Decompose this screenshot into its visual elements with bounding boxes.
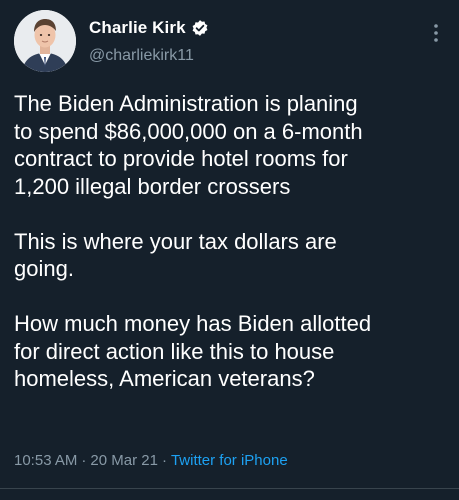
author-display-name[interactable]: Charlie Kirk (89, 18, 186, 38)
tweet-paragraph: The Biden Administration is planing to s… (14, 91, 363, 199)
verified-badge-icon (191, 19, 209, 37)
tweet-time[interactable]: 10:53 AM (14, 452, 77, 469)
tweet-text: The Biden Administration is planing to s… (14, 90, 444, 393)
tweet-paragraph: How much money has Biden allotted for di… (14, 311, 372, 391)
divider (0, 488, 459, 489)
avatar[interactable] (14, 10, 76, 72)
tweet-meta: 10:53 AM · 20 Mar 21 · Twitter for iPhone (14, 452, 288, 469)
meta-separator: · (161, 452, 167, 469)
author-block: Charlie Kirk @charliekirk11 (89, 18, 209, 65)
more-options-icon[interactable] (431, 22, 441, 44)
tweet-header: Charlie Kirk @charliekirk11 (14, 10, 449, 76)
meta-separator: · (81, 452, 87, 469)
tweet-date[interactable]: 20 Mar 21 (90, 452, 158, 469)
name-row: Charlie Kirk (89, 18, 209, 38)
tweet-source-link[interactable]: Twitter for iPhone (171, 452, 288, 469)
tweet-paragraph: This is where your tax dollars are going… (14, 228, 337, 282)
person-avatar-icon (14, 10, 76, 72)
author-handle[interactable]: @charliekirk11 (89, 47, 209, 65)
tweet-card: Charlie Kirk @charliekirk11 The Biden Ad… (0, 0, 459, 500)
